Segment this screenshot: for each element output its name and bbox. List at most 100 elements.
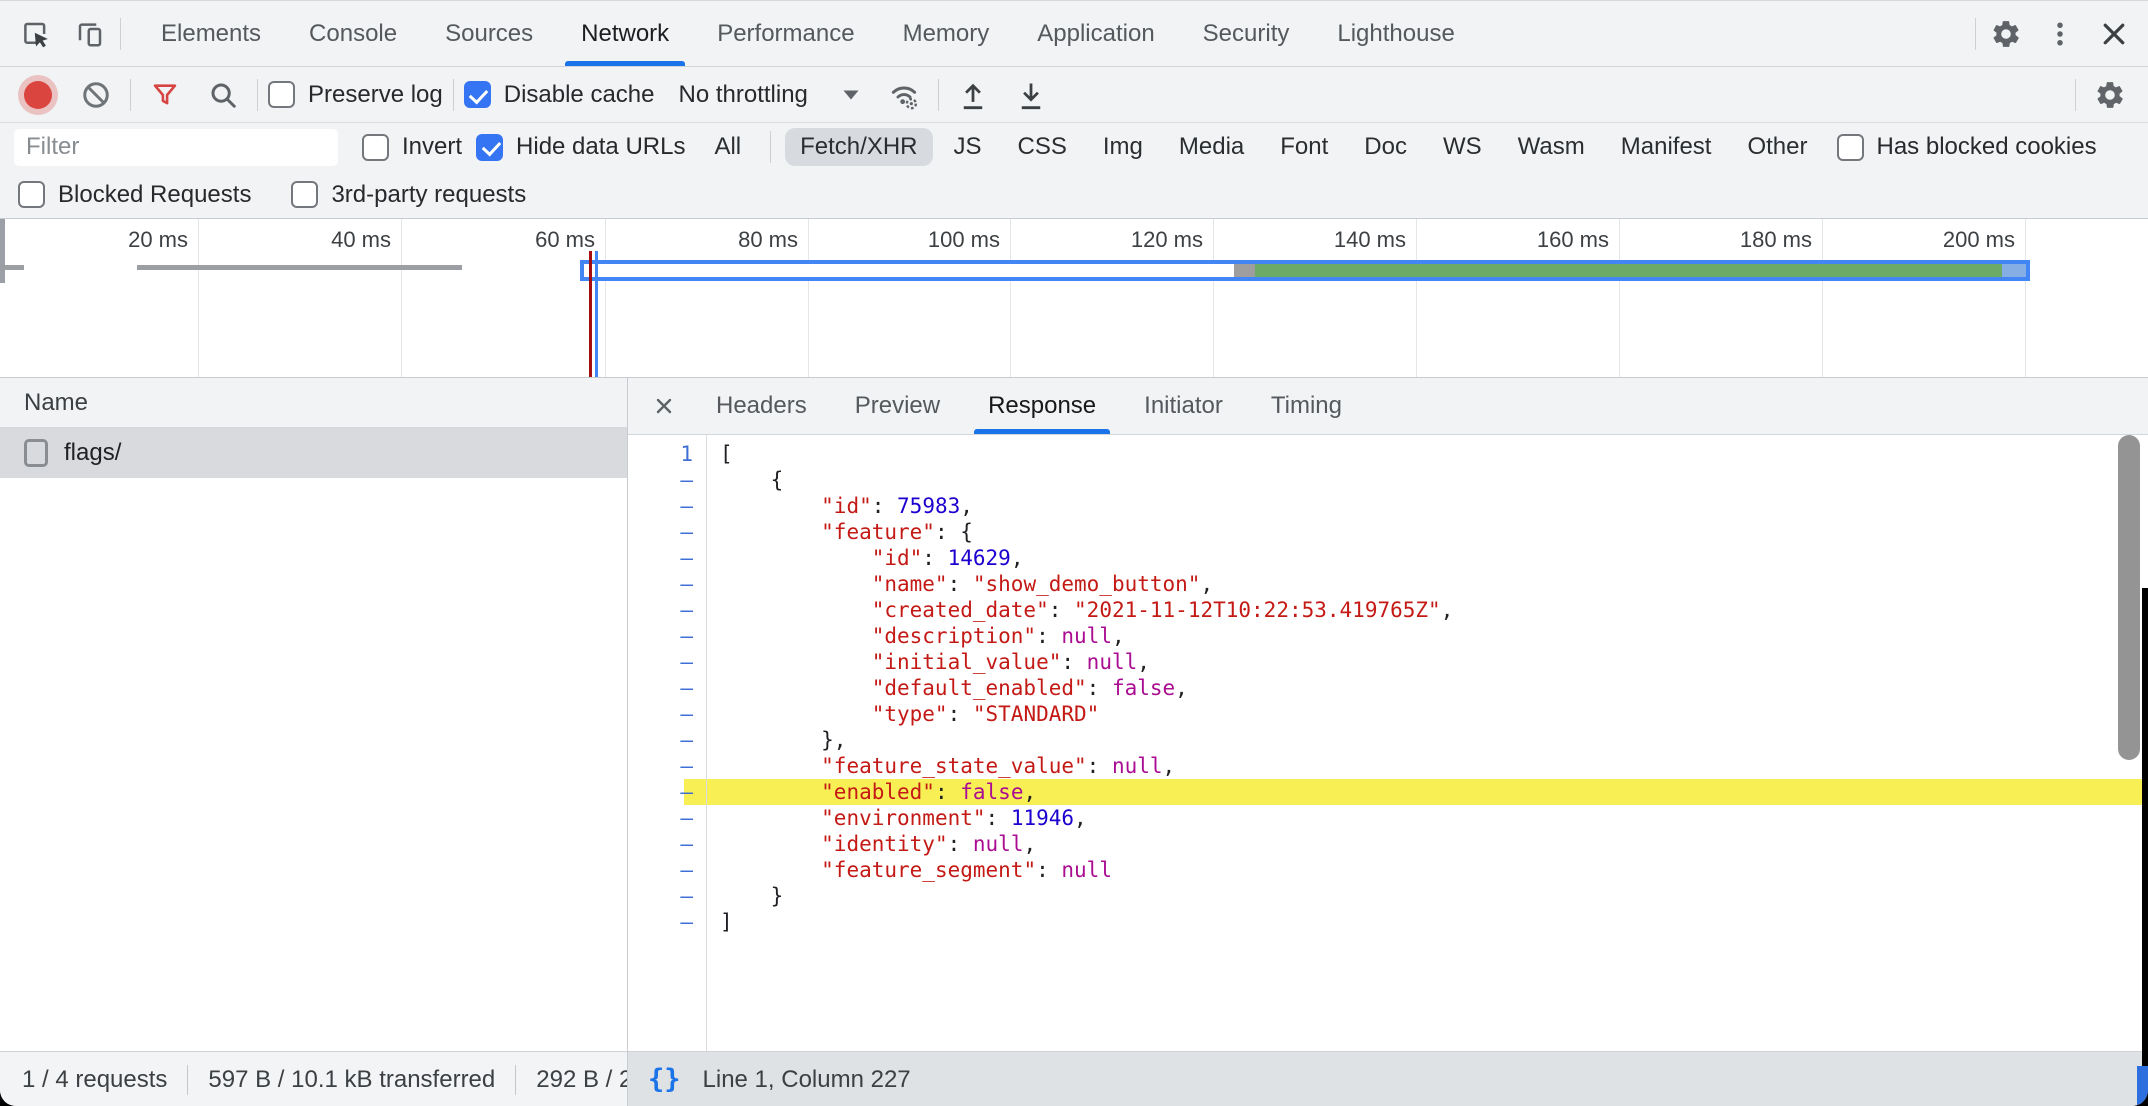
filter-type-chips: All Fetch/XHRJSCSSImgMediaFontDocWSWasmMa… bbox=[699, 128, 1822, 166]
selected-request-waterfall-bar bbox=[580, 260, 2030, 281]
resources-size: 292 B / 2 bbox=[536, 1066, 628, 1094]
tab-response[interactable]: Response bbox=[964, 378, 1120, 434]
code-line: ] bbox=[707, 909, 2148, 935]
invert-checkbox[interactable]: Invert bbox=[362, 133, 462, 161]
wrap-marker: – bbox=[628, 857, 706, 883]
preserve-log-checkbox[interactable]: Preserve log bbox=[268, 81, 443, 109]
disable-cache-checkbox[interactable]: Disable cache bbox=[464, 81, 655, 109]
gear-icon bbox=[2094, 79, 2126, 111]
overview-timeline[interactable]: 20 ms40 ms60 ms80 ms100 ms120 ms140 ms16… bbox=[0, 219, 2148, 378]
grid-line bbox=[1619, 219, 1620, 377]
filter-input[interactable] bbox=[14, 129, 338, 166]
checkbox-box bbox=[476, 134, 503, 161]
close-devtools-button[interactable] bbox=[2090, 10, 2138, 58]
source-position-bar: {} Line 1, Column 227 bbox=[628, 1051, 2148, 1106]
filter-chip-all[interactable]: All bbox=[699, 128, 756, 166]
record-network-log-button[interactable] bbox=[14, 71, 62, 119]
close-details-button[interactable] bbox=[636, 378, 692, 434]
code-line: "environment": 11946, bbox=[707, 805, 2148, 831]
waterfall-segment bbox=[584, 264, 1234, 277]
response-editor[interactable]: 1–––––––––––––––––– [ { "id": 75983, "fe… bbox=[628, 435, 2148, 1051]
tab-label: Preview bbox=[855, 392, 940, 420]
tab-headers[interactable]: Headers bbox=[692, 378, 831, 434]
code-line: } bbox=[707, 883, 2148, 909]
filter-chip-other[interactable]: Other bbox=[1732, 128, 1822, 166]
tab-network[interactable]: Network bbox=[557, 1, 693, 66]
timeline-edge-marker bbox=[0, 219, 5, 283]
tick-label: 40 ms bbox=[331, 227, 391, 253]
tab-preview[interactable]: Preview bbox=[831, 378, 964, 434]
inspect-element-button[interactable] bbox=[12, 10, 60, 58]
filter-chip-media[interactable]: Media bbox=[1164, 128, 1259, 166]
has-blocked-cookies-checkbox[interactable]: Has blocked cookies bbox=[1837, 133, 2097, 161]
filter-chip-doc[interactable]: Doc bbox=[1349, 128, 1422, 166]
divider bbox=[257, 79, 258, 111]
tab-elements[interactable]: Elements bbox=[137, 1, 285, 66]
filter-chip-js[interactable]: JS bbox=[939, 128, 997, 166]
tab-label: Sources bbox=[445, 20, 533, 48]
tab-console[interactable]: Console bbox=[285, 1, 421, 66]
record-icon bbox=[24, 81, 52, 109]
network-main: Name flags/ Headers Preview Response Ini… bbox=[0, 378, 2148, 1051]
filter-chip-wasm[interactable]: Wasm bbox=[1503, 128, 1600, 166]
tick-label: 120 ms bbox=[1131, 227, 1203, 253]
device-toolbar-button[interactable] bbox=[66, 10, 114, 58]
tab-timing[interactable]: Timing bbox=[1247, 378, 1366, 434]
tab-lighthouse[interactable]: Lighthouse bbox=[1313, 1, 1478, 66]
throttling-select[interactable]: No throttling bbox=[664, 81, 869, 109]
third-party-requests-checkbox[interactable]: 3rd-party requests bbox=[291, 181, 526, 209]
download-icon bbox=[1017, 80, 1045, 110]
grid-line bbox=[1822, 219, 1823, 377]
search-button[interactable] bbox=[199, 71, 247, 119]
network-settings-button[interactable] bbox=[2086, 71, 2134, 119]
request-row-flags[interactable]: flags/ bbox=[0, 428, 627, 478]
editor-code[interactable]: [ { "id": 75983, "feature": { "id": 1462… bbox=[707, 435, 2148, 1051]
filter-funnel-icon bbox=[151, 81, 179, 109]
divider bbox=[453, 79, 454, 111]
export-har-button[interactable] bbox=[1007, 71, 1055, 119]
hide-data-urls-checkbox[interactable]: Hide data URLs bbox=[476, 133, 685, 161]
checkbox-label: Hide data URLs bbox=[516, 133, 685, 161]
network-toolbar: Preserve log Disable cache No throttling bbox=[0, 67, 2148, 123]
filter-chip-css[interactable]: CSS bbox=[1003, 128, 1082, 166]
scrollbar-thumb[interactable] bbox=[2118, 435, 2140, 760]
grid-line bbox=[808, 219, 809, 377]
tick-label: 140 ms bbox=[1334, 227, 1406, 253]
tab-label: Performance bbox=[717, 20, 854, 48]
tab-application[interactable]: Application bbox=[1013, 1, 1178, 66]
checkbox-box bbox=[1837, 134, 1864, 161]
panel-tabs: Elements Console Sources Network Perform… bbox=[137, 1, 1479, 66]
divider bbox=[938, 79, 939, 111]
filter-toggle-button[interactable] bbox=[141, 71, 189, 119]
more-options-button[interactable] bbox=[2036, 10, 2084, 58]
filter-chip-fetch-xhr[interactable]: Fetch/XHR bbox=[785, 128, 932, 166]
tab-memory[interactable]: Memory bbox=[879, 1, 1014, 66]
clear-network-log-button[interactable] bbox=[72, 71, 120, 119]
waterfall-segment bbox=[1255, 264, 2002, 277]
close-icon bbox=[2099, 19, 2129, 49]
kebab-menu-icon bbox=[2045, 19, 2075, 49]
blocked-requests-checkbox[interactable]: Blocked Requests bbox=[18, 181, 251, 209]
document-icon bbox=[24, 439, 48, 467]
tab-performance[interactable]: Performance bbox=[693, 1, 878, 66]
clear-icon bbox=[81, 80, 111, 110]
wrap-marker: – bbox=[628, 519, 706, 545]
pretty-print-icon[interactable]: {} bbox=[648, 1064, 681, 1095]
tab-sources[interactable]: Sources bbox=[421, 1, 557, 66]
line-number: 1 bbox=[628, 441, 706, 467]
name-column-header[interactable]: Name bbox=[0, 378, 627, 428]
tab-initiator[interactable]: Initiator bbox=[1120, 378, 1247, 434]
network-conditions-button[interactable] bbox=[880, 71, 928, 119]
grid-line bbox=[2025, 219, 2026, 377]
settings-button[interactable] bbox=[1982, 10, 2030, 58]
tab-security[interactable]: Security bbox=[1179, 1, 1314, 66]
wrap-marker: – bbox=[628, 597, 706, 623]
column-header-label: Name bbox=[24, 389, 88, 417]
filter-chip-manifest[interactable]: Manifest bbox=[1606, 128, 1727, 166]
import-har-button[interactable] bbox=[949, 71, 997, 119]
tab-label: Timing bbox=[1271, 392, 1342, 420]
filter-chip-ws[interactable]: WS bbox=[1428, 128, 1497, 166]
code-line: "enabled": false, bbox=[707, 779, 2148, 805]
filter-chip-img[interactable]: Img bbox=[1088, 128, 1158, 166]
filter-chip-font[interactable]: Font bbox=[1265, 128, 1343, 166]
